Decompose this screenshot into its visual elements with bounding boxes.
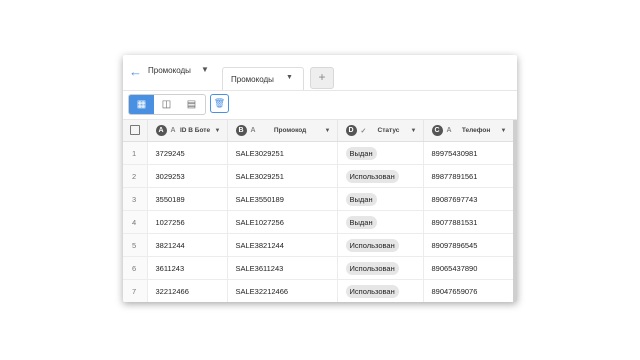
column-label: Телефон (461, 127, 491, 134)
cell-id[interactable]: 3729245 (147, 141, 228, 165)
app-window: ← Промокоды ▼ Промокоды ▼ + ▦ ◫ ▤ 🗑 A A … (123, 55, 517, 302)
cell-id[interactable]: 3821244 (147, 233, 228, 257)
table-row[interactable]: 5 3821244 SALE3821244 Использован 890978… (123, 233, 514, 257)
column-view-icon[interactable]: ◫ (154, 95, 179, 114)
cell-status[interactable]: Выдан (337, 141, 424, 165)
vertical-scrollbar[interactable] (513, 120, 517, 302)
cell-phone[interactable]: 89975430981 (423, 141, 514, 165)
column-header-code[interactable]: B A Промокод ▼ (227, 120, 338, 142)
row-number: 6 (123, 256, 148, 280)
tab-promocodes[interactable]: Промокоды ▼ (222, 67, 304, 90)
cell-phone[interactable]: 89877891561 (423, 164, 514, 188)
cell-status[interactable]: Использован (337, 164, 424, 188)
table-row[interactable]: 6 3611243 SALE3611243 Использован 890654… (123, 256, 514, 280)
column-label: Промокод (273, 127, 307, 134)
data-table: A A ID В Боте ▼ B A Промокод ▼ D ✓ Стату… (123, 120, 514, 302)
status-badge: Выдан (345, 192, 377, 206)
back-arrow-icon[interactable]: ← (129, 65, 143, 79)
status-badge: Использован (345, 284, 399, 298)
tab-label: Промокоды (231, 75, 274, 84)
cell-status[interactable]: Использован (337, 233, 424, 257)
cell-code[interactable]: SALE32212466 (227, 279, 338, 302)
cell-id[interactable]: 1027256 (147, 210, 228, 234)
cell-phone[interactable]: 89047659076 (423, 279, 514, 302)
top-bar: ← Промокоды ▼ Промокоды ▼ + (123, 55, 517, 91)
row-number: 7 (123, 279, 148, 302)
view-selector-label[interactable]: Промокоды (148, 66, 191, 75)
calendar-view-icon[interactable]: ▤ (179, 95, 204, 114)
cell-code[interactable]: SALE3029251 (227, 141, 338, 165)
status-badge: Использован (345, 169, 399, 183)
column-label: ID В Боте (180, 127, 211, 134)
status-badge: Выдан (345, 215, 377, 229)
row-number: 5 (123, 233, 148, 257)
cell-phone[interactable]: 89097896545 (423, 233, 514, 257)
cell-phone[interactable]: 89077881531 (423, 210, 514, 234)
cell-status[interactable]: Выдан (337, 210, 424, 234)
table-row[interactable]: 4 1027256 SALE1027256 Выдан 89077881531 (123, 210, 514, 234)
status-badge: Использован (345, 261, 399, 275)
cell-code[interactable]: SALE3029251 (227, 164, 338, 188)
trash-icon[interactable]: 🗑 (210, 94, 229, 113)
chevron-down-icon[interactable]: ▼ (201, 65, 209, 74)
status-badge: Использован (345, 238, 399, 252)
table-row[interactable]: 2 3029253 SALE3029251 Использован 898778… (123, 164, 514, 188)
cell-id[interactable]: 3611243 (147, 256, 228, 280)
chevron-down-icon[interactable]: ▼ (215, 128, 221, 134)
grid-view-icon[interactable]: ▦ (129, 95, 154, 114)
select-all-cell[interactable] (123, 120, 148, 142)
cell-code[interactable]: SALE1027256 (227, 210, 338, 234)
column-badge: C (431, 125, 443, 136)
cell-phone[interactable]: 89065437890 (423, 256, 514, 280)
column-badge: B (235, 125, 247, 136)
column-header-id[interactable]: A A ID В Боте ▼ (147, 120, 228, 142)
chevron-down-icon[interactable]: ▼ (411, 128, 417, 134)
toolbar: ▦ ◫ ▤ 🗑 (123, 91, 517, 120)
cell-code[interactable]: SALE3611243 (227, 256, 338, 280)
cell-id[interactable]: 32212466 (147, 279, 228, 302)
cell-status[interactable]: Использован (337, 279, 424, 302)
cell-code[interactable]: SALE3821244 (227, 233, 338, 257)
view-switcher: ▦ ◫ ▤ (128, 94, 206, 115)
column-badge: D (345, 125, 357, 136)
column-header-phone[interactable]: C A Телефон ▼ (423, 120, 514, 142)
cell-phone[interactable]: 89087697743 (423, 187, 514, 211)
column-label: Статус (377, 127, 400, 134)
chevron-down-icon[interactable]: ▼ (501, 128, 507, 134)
cell-code[interactable]: SALE3550189 (227, 187, 338, 211)
row-number: 2 (123, 164, 148, 188)
cell-status[interactable]: Выдан (337, 187, 424, 211)
column-header-status[interactable]: D ✓ Статус ▼ (337, 120, 424, 142)
row-number: 4 (123, 210, 148, 234)
chevron-down-icon[interactable]: ▼ (286, 74, 293, 81)
cell-id[interactable]: 3029253 (147, 164, 228, 188)
table-row[interactable]: 7 32212466 SALE32212466 Использован 8904… (123, 279, 514, 302)
table-row[interactable]: 3 3550189 SALE3550189 Выдан 89087697743 (123, 187, 514, 211)
column-badge: A (155, 125, 167, 136)
add-tab-button[interactable]: + (310, 67, 334, 89)
table-header-row: A A ID В Боте ▼ B A Промокод ▼ D ✓ Стату… (123, 120, 514, 142)
table-row[interactable]: 1 3729245 SALE3029251 Выдан 89975430981 (123, 141, 514, 165)
checkbox-icon[interactable] (129, 124, 140, 135)
cell-status[interactable]: Использован (337, 256, 424, 280)
chevron-down-icon[interactable]: ▼ (325, 128, 331, 134)
row-number: 1 (123, 141, 148, 165)
status-badge: Выдан (345, 146, 377, 160)
cell-id[interactable]: 3550189 (147, 187, 228, 211)
row-number: 3 (123, 187, 148, 211)
